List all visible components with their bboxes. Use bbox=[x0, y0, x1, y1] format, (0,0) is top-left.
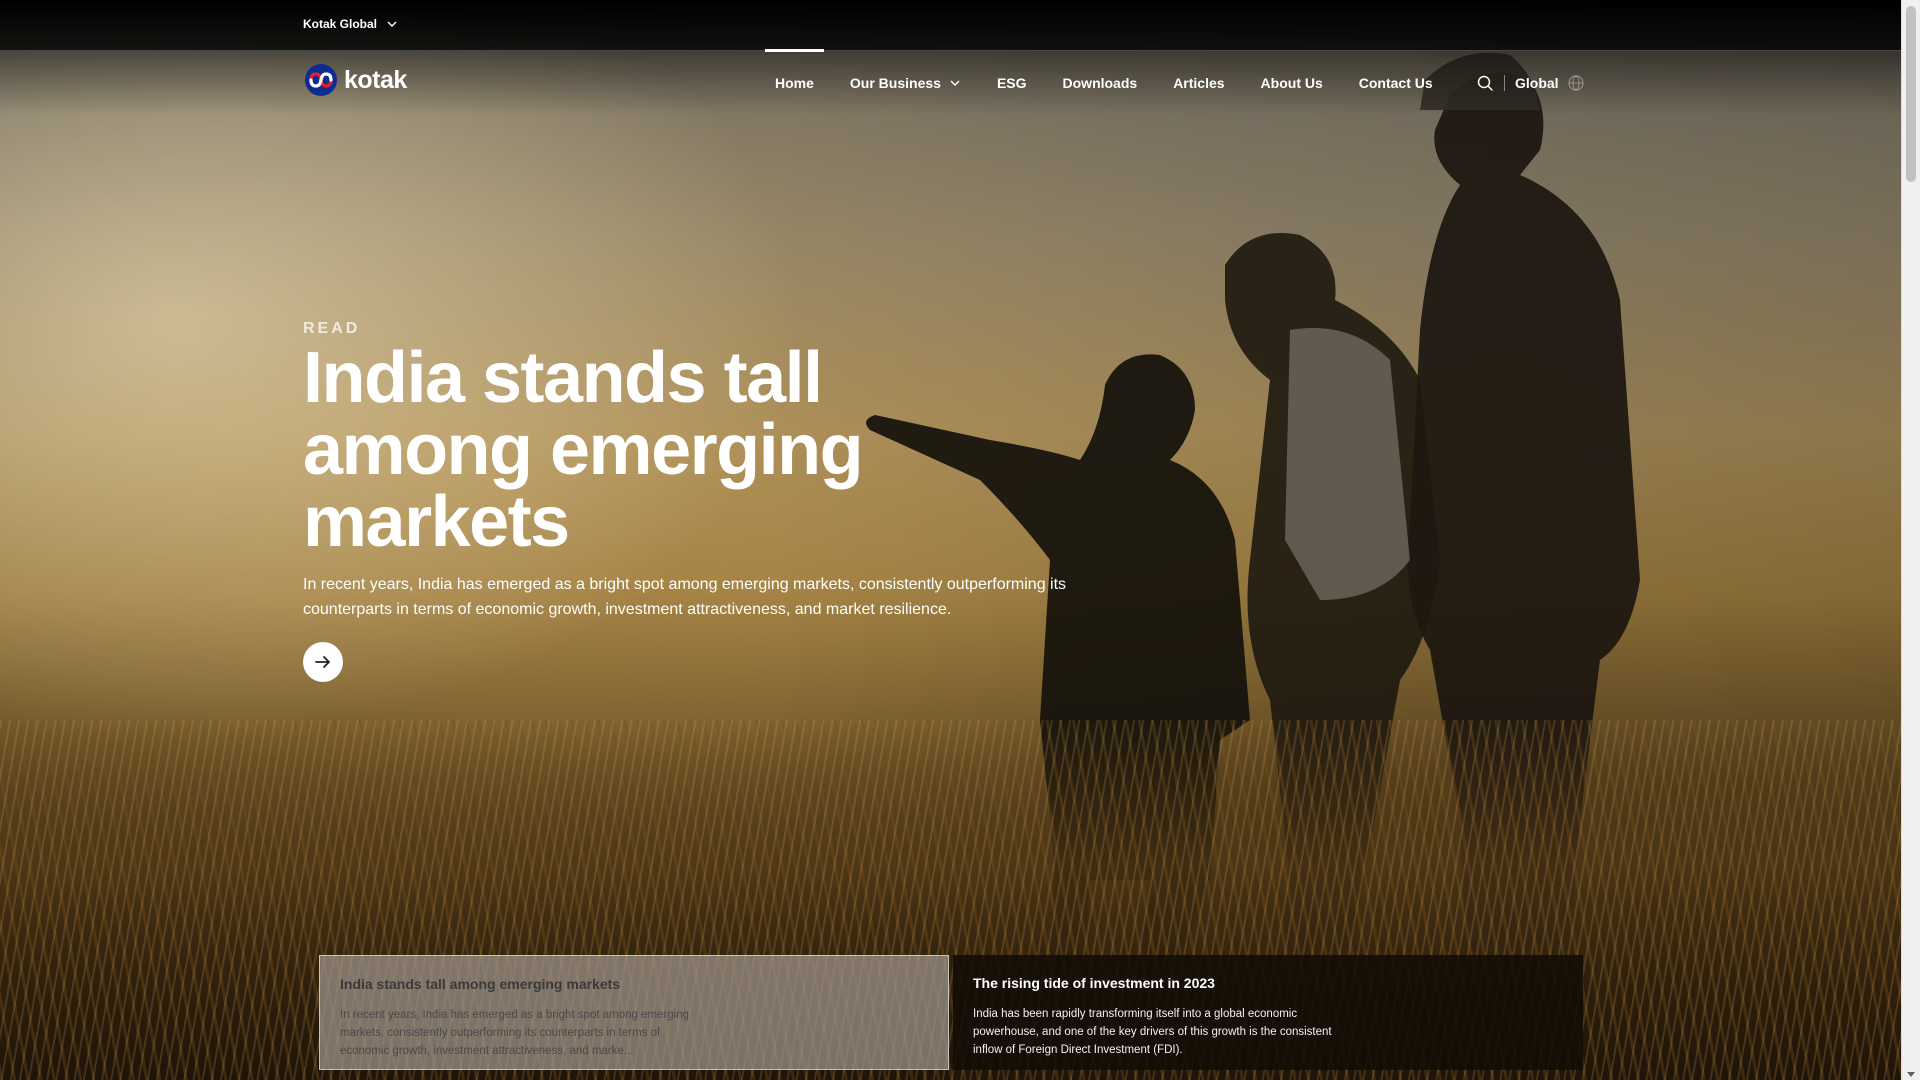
nav-item-downloads[interactable]: Downloads bbox=[1045, 51, 1156, 115]
chevron-down-icon bbox=[387, 21, 397, 27]
card-text: In recent years, India has emerged as a … bbox=[340, 1009, 690, 1057]
site-switcher-dropdown[interactable]: Kotak Global bbox=[303, 17, 398, 31]
slide-card-rising-tide-investment[interactable]: The rising tide of investment in 2023 In… bbox=[953, 955, 1583, 1070]
nav-item-label: Contact Us bbox=[1358, 75, 1433, 91]
kotak-infinity-logo-icon bbox=[305, 64, 337, 96]
nav-item-about-us[interactable]: About Us bbox=[1243, 51, 1341, 115]
language-selector[interactable]: Global bbox=[1515, 74, 1585, 92]
hero-slide-cards: India stands tall among emerging markets… bbox=[319, 955, 1583, 1070]
globe-icon bbox=[1567, 75, 1584, 91]
page-scrollbar[interactable] bbox=[1901, 0, 1920, 1080]
nav-item-contact-us[interactable]: Contact Us bbox=[1341, 51, 1451, 115]
browser-viewport: Kotak Global kotak Home Our Business ESG bbox=[0, 0, 1901, 1080]
card-title: The rising tide of investment in 2023 bbox=[973, 975, 1215, 991]
nav-item-esg[interactable]: ESG bbox=[979, 51, 1045, 115]
hero-lead-text: In recent years, India has emerged as a … bbox=[303, 576, 1067, 618]
hero-content: READ India stands tall among emerging ma… bbox=[303, 320, 1103, 682]
nav-divider bbox=[1504, 75, 1505, 91]
nav-item-label: About Us bbox=[1260, 75, 1323, 91]
card-text: India has been rapidly transforming itse… bbox=[973, 1008, 1332, 1056]
nav-utilities: Global bbox=[1476, 51, 1585, 115]
hero-read-more-button[interactable] bbox=[303, 642, 343, 682]
scrollbar-thumb[interactable] bbox=[1906, 6, 1916, 182]
scroll-down-arrow-icon[interactable] bbox=[1907, 1072, 1915, 1077]
nav-item-label: Downloads bbox=[1062, 75, 1138, 91]
slide-card-india-emerging-markets[interactable]: India stands tall among emerging markets… bbox=[319, 955, 949, 1070]
kotak-logo[interactable]: kotak bbox=[303, 63, 407, 97]
hero-eyebrow: READ bbox=[303, 320, 361, 337]
main-navbar: kotak Home Our Business ESG Downloads Ar… bbox=[0, 49, 1901, 115]
top-utility-bar: Kotak Global bbox=[0, 0, 1901, 51]
search-icon[interactable] bbox=[1476, 74, 1494, 92]
language-label: Global bbox=[1515, 75, 1559, 91]
chevron-down-icon bbox=[950, 80, 960, 86]
nav-item-label: Our Business bbox=[849, 75, 941, 91]
nav-item-label: Home bbox=[775, 75, 814, 91]
primary-nav: Home Our Business ESG Downloads Articles… bbox=[757, 49, 1451, 115]
nav-item-label: Articles bbox=[1173, 75, 1225, 91]
nav-item-articles[interactable]: Articles bbox=[1155, 51, 1242, 115]
nav-item-label: ESG bbox=[996, 75, 1027, 91]
card-title: India stands tall among emerging markets bbox=[340, 976, 621, 992]
nav-item-home[interactable]: Home bbox=[757, 49, 832, 115]
logo-wordmark: kotak bbox=[344, 65, 407, 94]
hero-headline: India stands tall among emerging markets bbox=[303, 338, 864, 562]
arrow-right-icon bbox=[315, 656, 330, 668]
nav-item-our-business[interactable]: Our Business bbox=[832, 51, 979, 115]
site-switcher-label: Kotak Global bbox=[303, 17, 378, 31]
